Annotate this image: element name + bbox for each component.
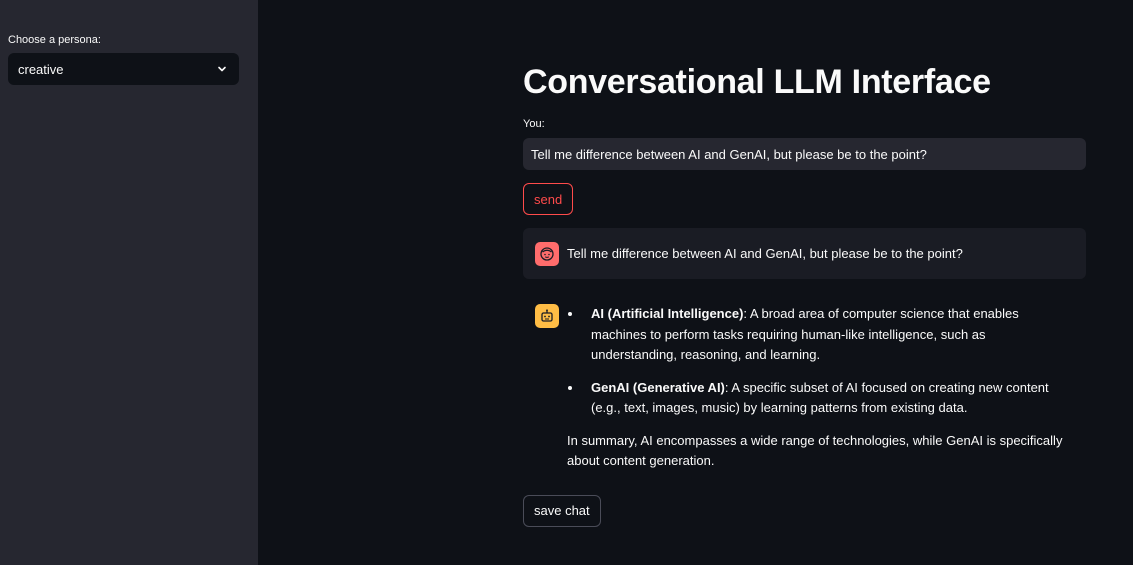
bullet-term: GenAI (Generative AI) [591, 379, 725, 395]
sidebar: Choose a persona: creative [0, 0, 258, 565]
page-title: Conversational LLM Interface [523, 63, 991, 101]
persona-label: Choose a persona: [8, 34, 101, 46]
user-message-text: Tell me difference between AI and GenAI,… [567, 246, 963, 261]
bullet-term: AI (Artificial Intelligence) [591, 306, 744, 321]
assistant-message: AI (Artificial Intelligence): A broad ar… [523, 304, 1086, 472]
chevron-down-icon [217, 64, 227, 74]
app-root: Choose a persona: creative Conversationa… [0, 0, 1133, 565]
list-item: AI (Artificial Intelligence): A broad ar… [567, 304, 1074, 366]
assistant-message-body: AI (Artificial Intelligence): A broad ar… [567, 304, 1074, 472]
robot-icon [535, 304, 559, 328]
main-area: Conversational LLM Interface You: send T… [258, 0, 1133, 565]
assistant-bullet-list: AI (Artificial Intelligence): A broad ar… [567, 304, 1074, 419]
save-chat-button[interactable]: save chat [523, 494, 601, 527]
you-label: You: [523, 118, 545, 130]
persona-select[interactable]: creative [8, 53, 239, 85]
assistant-summary: In summary, AI encompasses a wide range … [567, 432, 1063, 469]
list-item: GenAI (Generative AI): A specific subset… [567, 378, 1074, 419]
message-input[interactable] [523, 138, 1086, 170]
send-button[interactable]: send [523, 183, 574, 215]
persona-select-value: creative [18, 61, 64, 77]
main-content: Conversational LLM Interface You: send T… [523, 0, 1086, 527]
user-message: Tell me difference between AI and GenAI,… [523, 228, 1086, 279]
user-face-icon [535, 241, 559, 266]
